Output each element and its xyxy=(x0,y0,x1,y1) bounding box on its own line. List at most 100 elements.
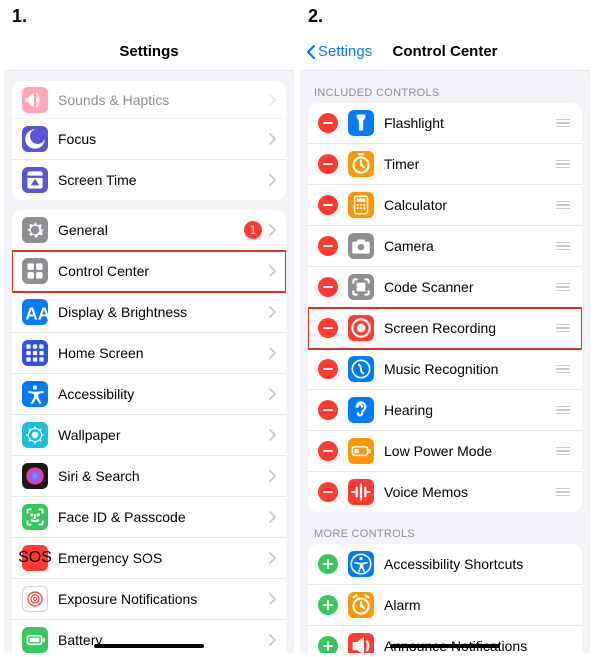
settings-row-wallpaper[interactable]: Wallpaper xyxy=(12,415,286,456)
row-label: Flashlight xyxy=(384,115,554,131)
cc-row-music[interactable]: Music Recognition xyxy=(308,349,582,390)
chevron-right-icon xyxy=(268,306,276,318)
row-label: Sounds & Haptics xyxy=(58,92,268,108)
remove-button[interactable] xyxy=(318,236,338,256)
back-button[interactable]: Settings xyxy=(306,43,372,60)
voicememos-icon xyxy=(348,479,374,505)
row-label: Display & Brightness xyxy=(58,304,268,320)
add-button[interactable] xyxy=(318,636,338,653)
remove-button[interactable] xyxy=(318,113,338,133)
chevron-right-icon xyxy=(268,593,276,605)
more-header: More Controls xyxy=(300,522,590,544)
included-header: Included Controls xyxy=(300,81,590,103)
cc-row-lowpower[interactable]: Low Power Mode xyxy=(308,431,582,472)
cc-row-alarm[interactable]: Alarm xyxy=(308,585,582,626)
settings-row-exposure[interactable]: Exposure Notifications xyxy=(12,579,286,620)
add-button[interactable] xyxy=(318,554,338,574)
chevron-right-icon xyxy=(268,470,276,482)
settings-row-general[interactable]: General1 xyxy=(12,210,286,251)
step-two-label: 2. xyxy=(300,4,590,33)
calculator-icon xyxy=(348,192,374,218)
announce-icon xyxy=(348,633,374,653)
drag-handle-icon[interactable] xyxy=(554,201,572,210)
phone-right: Settings Control Center Included Control… xyxy=(300,33,590,653)
chevron-right-icon xyxy=(268,388,276,400)
drag-handle-icon[interactable] xyxy=(554,283,572,292)
badge: 1 xyxy=(244,221,262,239)
accessibility-icon xyxy=(22,381,48,407)
row-label: Calculator xyxy=(384,197,554,213)
home-indicator[interactable] xyxy=(390,644,500,648)
drag-handle-icon[interactable] xyxy=(554,160,572,169)
cc-row-camera[interactable]: Camera xyxy=(308,226,582,267)
cc-row-screenrec[interactable]: Screen Recording xyxy=(308,308,582,349)
remove-button[interactable] xyxy=(318,277,338,297)
remove-button[interactable] xyxy=(318,400,338,420)
chevron-right-icon xyxy=(268,174,276,186)
remove-button[interactable] xyxy=(318,482,338,502)
cc-row-timer[interactable]: Timer xyxy=(308,144,582,185)
drag-handle-icon[interactable] xyxy=(554,488,572,497)
settings-row-accessibility[interactable]: Accessibility xyxy=(12,374,286,415)
cc-row-announce[interactable]: Announce Notifications xyxy=(308,626,582,653)
cc-scroll[interactable]: Included Controls Flashlight Timer Calculat… xyxy=(300,71,590,653)
drag-handle-icon[interactable] xyxy=(554,119,572,128)
settings-row-siri[interactable]: Siri & Search xyxy=(12,456,286,497)
home-indicator[interactable] xyxy=(94,644,204,648)
lowpower-icon xyxy=(348,438,374,464)
row-label: Accessibility xyxy=(58,386,268,402)
included-group: Flashlight Timer Calculator Camera Code Scan… xyxy=(308,103,582,512)
row-label: Screen Recording xyxy=(384,320,554,336)
chevron-right-icon xyxy=(268,347,276,359)
codescanner-icon xyxy=(348,274,374,300)
chevron-left-icon xyxy=(306,44,316,60)
add-button[interactable] xyxy=(318,595,338,615)
remove-button[interactable] xyxy=(318,195,338,215)
settings-row-display[interactable]: AA Display & Brightness xyxy=(12,292,286,333)
chevron-right-icon xyxy=(268,265,276,277)
chevron-right-icon xyxy=(268,634,276,646)
remove-button[interactable] xyxy=(318,441,338,461)
phone-left: Settings Sounds & Haptics Focus Screen Tim… xyxy=(4,33,294,653)
settings-row-controlcenter[interactable]: Control Center xyxy=(12,251,286,292)
settings-scroll[interactable]: Sounds & Haptics Focus Screen Time General1… xyxy=(4,71,294,653)
remove-button[interactable] xyxy=(318,154,338,174)
settings-row-homescreen[interactable]: Home Screen xyxy=(12,333,286,374)
cc-row-voicememos[interactable]: Voice Memos xyxy=(308,472,582,512)
drag-handle-icon[interactable] xyxy=(554,242,572,251)
step-one-label: 1. xyxy=(4,4,294,33)
settings-row-screentime[interactable]: Screen Time xyxy=(12,160,286,200)
sounds-icon xyxy=(22,87,48,113)
chevron-right-icon xyxy=(268,94,276,106)
row-label: Hearing xyxy=(384,402,554,418)
row-label: Wallpaper xyxy=(58,427,268,443)
settings-row-sos[interactable]: SOSEmergency SOS xyxy=(12,538,286,579)
row-label: Camera xyxy=(384,238,554,254)
row-label: Control Center xyxy=(58,263,268,279)
row-label: Exposure Notifications xyxy=(58,591,268,607)
remove-button[interactable] xyxy=(318,318,338,338)
header-settings: Settings xyxy=(4,33,294,71)
row-label: General xyxy=(58,222,244,238)
chevron-right-icon xyxy=(268,224,276,236)
settings-row-sounds[interactable]: Sounds & Haptics xyxy=(12,81,286,119)
settings-row-battery[interactable]: Battery xyxy=(12,620,286,653)
cc-row-calculator[interactable]: Calculator xyxy=(308,185,582,226)
row-label: Screen Time xyxy=(58,172,268,188)
cc-row-codescanner[interactable]: Code Scanner xyxy=(308,267,582,308)
svg-text:AA: AA xyxy=(25,304,48,324)
settings-row-faceid[interactable]: Face ID & Passcode xyxy=(12,497,286,538)
more-group: Accessibility ShortcutsAlarmAnnounce Not… xyxy=(308,544,582,653)
settings-row-focus[interactable]: Focus xyxy=(12,119,286,160)
drag-handle-icon[interactable] xyxy=(554,365,572,374)
camera-icon xyxy=(348,233,374,259)
remove-button[interactable] xyxy=(318,359,338,379)
drag-handle-icon[interactable] xyxy=(554,406,572,415)
cc-row-flashlight[interactable]: Flashlight xyxy=(308,103,582,144)
cc-row-hearing[interactable]: Hearing xyxy=(308,390,582,431)
music-icon xyxy=(348,356,374,382)
exposure-icon xyxy=(22,586,48,612)
drag-handle-icon[interactable] xyxy=(554,324,572,333)
cc-row-accshort[interactable]: Accessibility Shortcuts xyxy=(308,544,582,585)
drag-handle-icon[interactable] xyxy=(554,447,572,456)
